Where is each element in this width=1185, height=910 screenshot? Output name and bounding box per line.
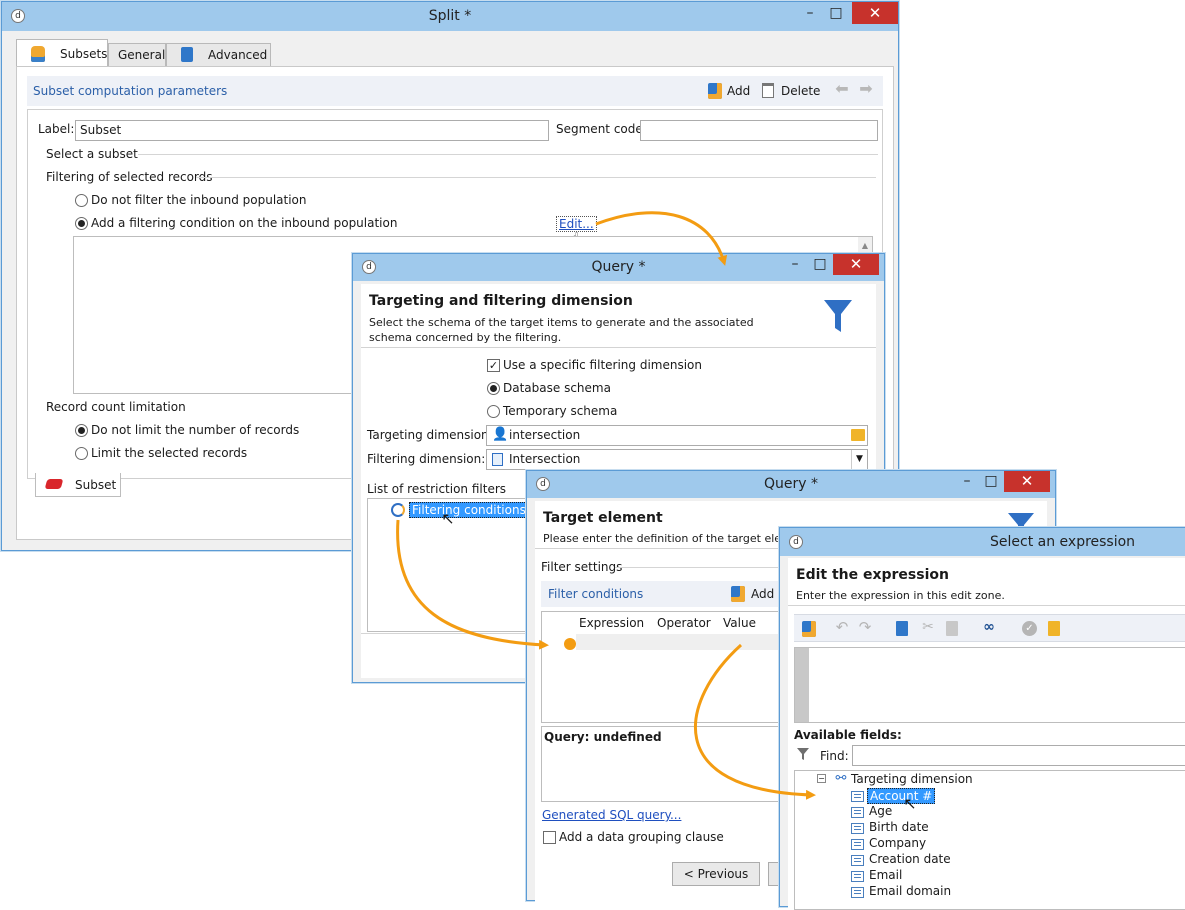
flow-arrows [396,211,816,800]
flow-arrow-value-to-field [694,643,816,800]
flow-arrow-edit-to-query [595,211,728,266]
flow-arrow-conditions-to-target [396,519,549,650]
